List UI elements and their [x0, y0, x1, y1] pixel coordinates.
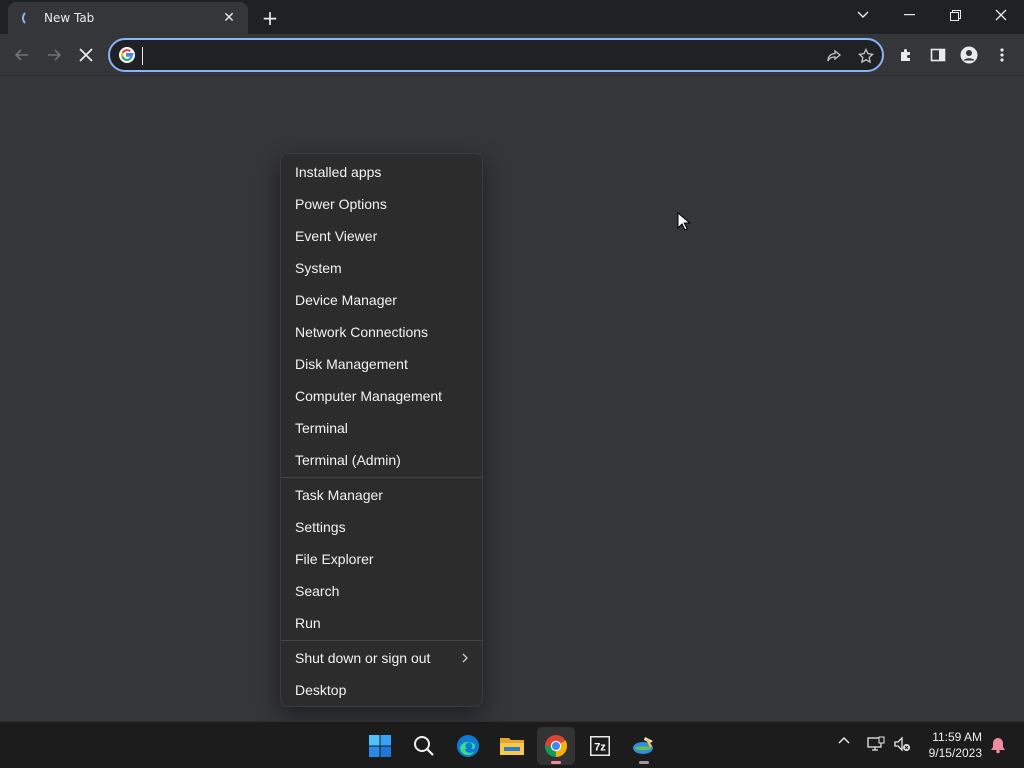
bookmark-star-icon[interactable] [856, 46, 876, 66]
tab-search-button[interactable] [840, 0, 886, 30]
menu-item-disk-management[interactable]: Disk Management [281, 348, 484, 380]
network-app-button[interactable] [625, 727, 663, 765]
menu-item-desktop[interactable]: Desktop [281, 674, 484, 706]
menu-item-label: Shut down or sign out [295, 650, 431, 666]
puzzle-icon [901, 49, 910, 61]
menu-item-task-manager[interactable]: Task Manager [281, 479, 484, 511]
menu-item-terminal[interactable]: Terminal [281, 412, 484, 444]
side-panel-button[interactable] [925, 42, 951, 68]
close-icon [995, 9, 1007, 21]
address-bar[interactable] [108, 38, 884, 72]
volume-button[interactable] [892, 736, 912, 752]
chevron-down-icon [857, 11, 869, 18]
arrow-left-icon [14, 49, 28, 61]
menu-item-run[interactable]: Run [281, 607, 484, 639]
mouse-pointer-icon [677, 212, 691, 231]
edge-icon [457, 735, 479, 757]
arrow-right-icon [48, 49, 62, 61]
menu-item-network-connections[interactable]: Network Connections [281, 316, 484, 348]
side-panel-icon [930, 48, 946, 62]
text-caret [142, 47, 143, 65]
minimize-button[interactable] [886, 0, 932, 30]
google-g-icon [119, 47, 135, 63]
clock-time: 11:59 AM [932, 730, 982, 744]
volume-muted-icon [894, 736, 910, 752]
browser-toolbar [0, 34, 1024, 76]
close-window-button[interactable] [978, 0, 1024, 30]
chevron-right-icon [462, 651, 468, 666]
edge-button[interactable] [449, 727, 487, 765]
profile-button[interactable] [956, 42, 982, 68]
clock-date: 9/15/2023 [928, 746, 982, 760]
new-tab-button[interactable]: + [258, 6, 282, 30]
show-hidden-icons-button[interactable] [836, 736, 852, 744]
network-monitor-icon [867, 736, 885, 751]
7zip-button[interactable]: 7z [581, 727, 619, 765]
menu-item-shut-down[interactable]: Shut down or sign out [281, 642, 484, 674]
menu-item-terminal-admin[interactable]: Terminal (Admin) [281, 444, 484, 476]
more-vertical-icon [1000, 48, 1004, 62]
chrome-button[interactable] [537, 727, 575, 765]
menu-item-search[interactable]: Search [281, 575, 484, 607]
extensions-button[interactable] [893, 42, 919, 68]
stop-loading-button[interactable] [73, 42, 99, 68]
back-button[interactable] [9, 42, 35, 68]
power-user-menu: Installed apps Power Options Event Viewe… [280, 153, 483, 707]
menu-item-installed-apps[interactable]: Installed apps [281, 156, 484, 188]
forward-button[interactable] [41, 42, 67, 68]
tab-close-icon[interactable]: ✕ [220, 9, 238, 27]
menu-item-device-manager[interactable]: Device Manager [281, 284, 484, 316]
running-indicator [639, 761, 649, 764]
loading-spinner-icon [22, 10, 38, 26]
omnibox-input[interactable] [142, 46, 802, 66]
share-icon[interactable] [824, 46, 844, 66]
windows-start-icon [369, 735, 391, 757]
taskbar: 7z 11:59 AM 9/15/2023 [0, 721, 1024, 768]
active-indicator [551, 761, 561, 764]
restore-button[interactable] [932, 0, 978, 30]
tab-new-tab[interactable]: New Tab ✕ [8, 2, 248, 34]
menu-separator [281, 477, 482, 478]
chevron-up-icon [838, 736, 850, 744]
menu-item-file-explorer[interactable]: File Explorer [281, 543, 484, 575]
restore-icon [949, 9, 961, 21]
network-status-button[interactable] [866, 736, 886, 752]
file-explorer-icon [500, 738, 524, 755]
menu-item-computer-management[interactable]: Computer Management [281, 380, 484, 412]
tab-title: New Tab [44, 11, 95, 25]
minimize-icon [903, 14, 915, 16]
chrome-icon [545, 735, 567, 757]
7zip-icon: 7z [590, 736, 610, 756]
menu-item-power-options[interactable]: Power Options [281, 188, 484, 220]
system-clock[interactable]: 11:59 AM 9/15/2023 [929, 729, 982, 761]
menu-separator [281, 640, 482, 641]
search-icon [414, 736, 434, 756]
menu-item-settings[interactable]: Settings [281, 511, 484, 543]
notification-bell-icon[interactable] [989, 736, 1007, 754]
menu-item-event-viewer[interactable]: Event Viewer [281, 220, 484, 252]
menu-item-system[interactable]: System [281, 252, 484, 284]
menu-button[interactable] [989, 42, 1015, 68]
7zip-label: 7z [594, 742, 606, 754]
stop-x-icon [79, 48, 93, 62]
file-explorer-button[interactable] [493, 727, 531, 765]
profile-avatar-icon [960, 46, 978, 64]
tab-strip: New Tab ✕ + [0, 0, 1024, 34]
start-button[interactable] [361, 727, 399, 765]
taskbar-search-button[interactable] [405, 727, 443, 765]
network-app-icon [633, 737, 653, 754]
